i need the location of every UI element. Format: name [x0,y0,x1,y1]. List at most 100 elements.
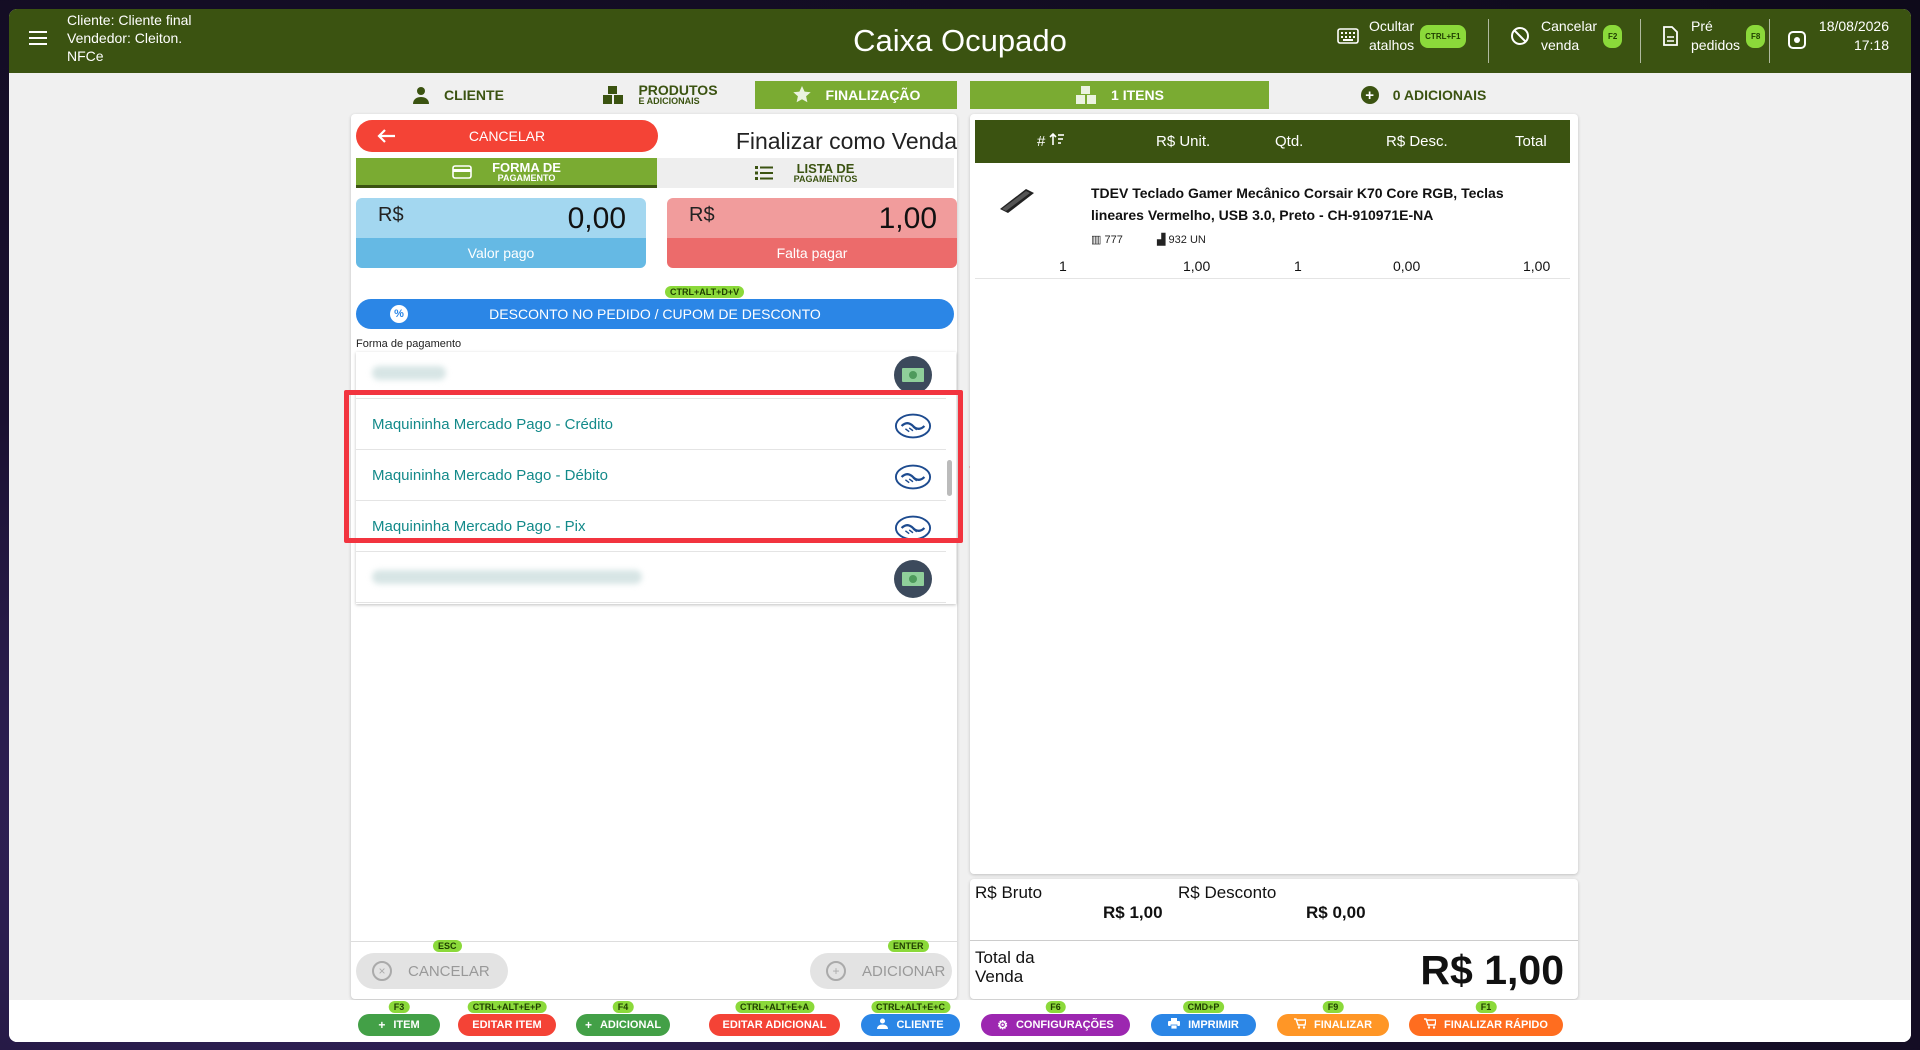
blurred-text [372,570,642,584]
add-extra-label: ADICIONAL [599,1019,662,1031]
tab-produtos[interactable]: PRODUTOS E ADICIONAIS [565,81,755,109]
date-text: 18/08/2026 [1818,18,1889,34]
edit-item-button[interactable]: CTRL+ALT+E+P EDITAR ITEM [458,1001,556,1036]
shortcut-badge: F4 [612,1001,634,1013]
quick-finalize-button[interactable]: F1 FINALIZAR RÁPIDO [1409,1001,1563,1036]
row-qty: 1 [1294,258,1302,274]
add-item-button[interactable]: F3 + ITEM [358,1001,440,1036]
finalize-button[interactable]: F9 FINALIZAR [1277,1001,1389,1036]
tab-lista-pagamentos[interactable]: LISTA DE PAGAMENTOS [657,158,954,188]
client-button[interactable]: CTRL+ALT+E+C CLIENTE [861,1001,960,1036]
tab-cliente[interactable]: CLIENTE [351,81,565,109]
hide-shortcuts-button[interactable]: Ocultar atalhos CTRL+F1 [1337,17,1466,55]
edit-extra-label: EDITAR ADICIONAL [722,1019,827,1031]
edit-item-label: EDITAR ITEM [472,1019,542,1031]
tab-forma-sublabel: PAGAMENTO [497,172,556,183]
tab-itens[interactable]: 1 ITENS [970,81,1269,109]
row-total: 1,00 [1523,258,1551,274]
tab-lista-sublabel: PAGAMENTOS [793,174,858,184]
close-icon: × [372,961,392,981]
cart-icon [1293,1018,1307,1032]
total-value: R$ 1,00 [1420,947,1564,993]
list-icon [754,166,773,180]
shortcut-badge: F2 [1603,24,1623,48]
settings-button[interactable]: F6 ⚙ CONFIGURAÇÕES [981,1001,1130,1036]
shortcut-badge: F8 [1746,24,1766,48]
clock-icon [1787,30,1807,55]
tab-cliente-label: CLIENTE [444,87,504,103]
cancel-button[interactable]: CANCELAR [356,120,658,152]
pre-orders-button[interactable]: Pré pedidos F8 [1659,17,1766,55]
divider [1488,19,1489,63]
shortcut-badge: CTRL+ALT+E+P [467,1001,547,1013]
plus-icon: + [826,961,846,981]
hide-shortcuts-label-2: atalhos [1369,37,1415,53]
shortcut-badge: CTRL+ALT+E+A [734,1001,815,1013]
finalize-panel: CANCELAR Finalizar como Venda FORMA DE P… [351,114,957,999]
shortcut-badge: ENTER [888,940,929,952]
settings-label: CONFIGURAÇÕES [1015,1019,1114,1031]
column-index: # [1037,133,1046,150]
add-item-label: ITEM [393,1019,420,1031]
pre-orders-label-1: Pré [1691,18,1713,34]
discount-button-label: DESCONTO NO PEDIDO / CUPOM DE DESCONTO [489,306,821,322]
cancel-button-label: CANCELAR [468,128,546,144]
table-row[interactable]: TDEV Teclado Gamer Mecânico Corsair K70 … [975,169,1570,279]
tab-produtos-sublabel: E ADICIONAIS [638,96,700,106]
list-item[interactable] [356,552,946,603]
finalize-label: FINALIZAR [1313,1019,1373,1031]
arrow-left-icon [377,129,395,143]
total-label-1: Total da [975,948,1035,967]
add-extra-button[interactable]: F4 + ADICIONAL [576,1001,670,1036]
blurred-text [372,366,446,380]
person-icon [413,87,430,104]
shortcut-badge: F1 [1475,1001,1497,1013]
column-discount: R$ Desc. [1386,133,1448,150]
keyboard-icon [1337,25,1359,47]
page-title: Caixa Ocupado [853,23,1067,58]
cancel-payment-button[interactable]: × CANCELAR [356,953,508,989]
print-button[interactable]: CMD+P IMPRIMIR [1151,1001,1256,1036]
product-stock: ▟ 932 UN [1157,234,1206,246]
gear-icon: ⚙ [997,1018,1008,1032]
shortcut-badge: CTRL+ALT+D+V [665,286,745,298]
amount-paid-card: R$ 0,00 Valor pago [356,198,646,268]
plus-icon: + [584,1018,592,1032]
tab-finalizacao-label: FINALIZAÇÃO [825,87,921,103]
column-unit: R$ Unit. [1156,133,1211,150]
plus-icon: + [378,1018,386,1032]
add-payment-label: ADICIONAR [862,962,946,980]
finalize-title: Finalizar como Venda [735,128,957,154]
divider [1769,19,1770,63]
boxes-icon: ▟ [1157,234,1166,246]
boxes-icon [1076,86,1097,104]
block-icon [1509,25,1531,47]
divider [1640,19,1641,63]
product-code: ▥ 777 [1091,234,1123,246]
tab-forma-pagamento[interactable]: FORMA DE PAGAMENTO [356,158,657,188]
edit-extra-button[interactable]: CTRL+ALT+E+A EDITAR ADICIONAL [709,1001,840,1036]
shortcut-badge: CTRL+ALT+E+C [870,1001,951,1013]
star-badge-icon [792,86,811,103]
highlight-box [344,390,963,543]
discount-label: R$ Desconto [1178,883,1277,902]
gross-value: R$ 1,00 [1103,903,1163,922]
cancel-payment-label: CANCELAR [408,962,490,980]
shortcut-badge: F9 [1322,1001,1344,1013]
row-unit-price: 1,00 [1183,258,1211,274]
sort-icon[interactable] [1049,131,1065,151]
amount-due-card: R$ 1,00 Falta pagar [667,198,957,268]
add-payment-button[interactable]: + ADICIONAR [810,953,952,989]
currency-label: R$ [689,204,715,226]
tab-adicionais[interactable]: + 0 ADICIONAIS [1269,81,1578,109]
tab-finalizacao[interactable]: FINALIZAÇÃO [755,81,957,109]
cancel-sale-button[interactable]: Cancelar venda F2 [1509,17,1623,55]
client-button-label: CLIENTE [896,1019,944,1031]
print-icon [1168,1018,1181,1032]
currency-label: R$ [378,204,404,226]
cancel-sale-label-1: Cancelar [1541,18,1598,34]
discount-coupon-button[interactable]: % DESCONTO NO PEDIDO / CUPOM DE DESCONTO [356,299,954,329]
user-icon [877,1018,889,1032]
row-index: 1 [1059,258,1067,274]
shortcut-badge: CMD+P [1182,1001,1225,1013]
